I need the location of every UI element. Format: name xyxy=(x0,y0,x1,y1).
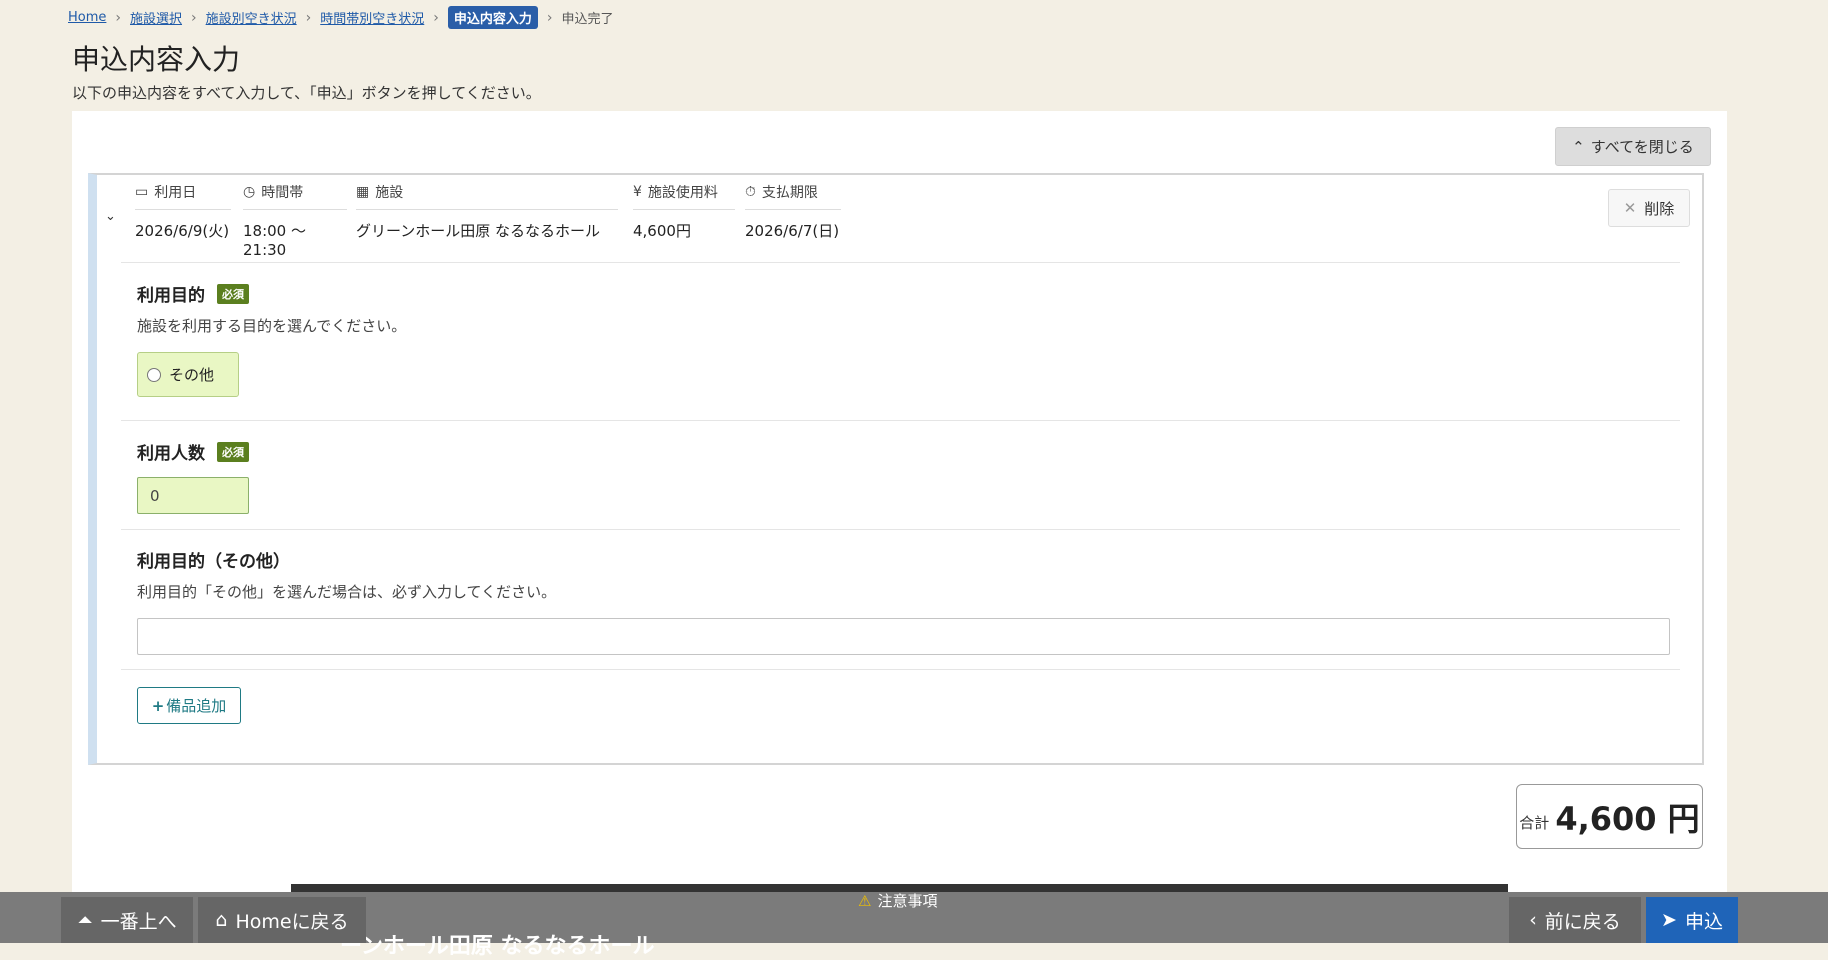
required-badge: 必須 xyxy=(217,441,249,462)
scroll-top-button[interactable]: ⏶ 一番上へ xyxy=(61,897,193,943)
chevron-right-icon: › xyxy=(433,9,439,26)
application-sheet: ⌃ すべてを閉じる ⌄ ▭ 利用日 2026/6/9(火) ◷ 時間帯 18:00 … xyxy=(72,111,1727,943)
total-amount: 4,600 円 xyxy=(1555,799,1700,838)
divider xyxy=(121,262,1680,263)
plus-icon: + xyxy=(151,696,165,715)
summary-facility-value: グリーンホール田原 なるなるホール xyxy=(356,222,601,240)
summary-date-header: 利用日 xyxy=(154,185,197,201)
reservation-card: ⌄ ▭ 利用日 2026/6/9(火) ◷ 時間帯 18:00 ～ 21:30 ▦ 施… xyxy=(88,173,1704,765)
divider xyxy=(121,669,1680,670)
add-equipment-button[interactable]: + 備品追加 xyxy=(137,687,241,724)
yen-icon: ¥ xyxy=(633,184,642,200)
back-button[interactable]: ‹ 前に戻る xyxy=(1509,897,1641,943)
chevron-down-icon[interactable]: ⌄ xyxy=(105,209,116,224)
calendar-icon: ▭ xyxy=(135,184,149,200)
total-box: 合計 4,600 円 xyxy=(1516,784,1703,849)
page-subtitle: 以下の申込内容をすべて入力して、「申込」ボタンを押してください。 xyxy=(72,84,541,102)
summary-deadline: ⏱ 支払期限 2026/6/7(日) xyxy=(745,181,841,241)
delete-button[interactable]: ✕ 削除 xyxy=(1608,189,1690,227)
people-label-text: 利用人数 xyxy=(137,444,205,464)
back-label: 前に戻る xyxy=(1544,910,1621,933)
double-chevron-up-icon: ⏶ xyxy=(77,909,93,931)
warning-icon: ⚠ xyxy=(858,891,872,910)
purpose-desc: 施設を利用する目的を選んでください。 xyxy=(137,317,407,335)
summary-time-header: 時間帯 xyxy=(261,185,304,201)
close-icon: ✕ xyxy=(1623,199,1637,217)
summary-facility: ▦ 施設 グリーンホール田原 なるなるホール xyxy=(356,181,618,241)
summary-time: ◷ 時間帯 18:00 ～ 21:30 xyxy=(243,181,347,259)
other-purpose-input[interactable] xyxy=(137,618,1670,655)
summary-date: ▭ 利用日 2026/6/9(火) xyxy=(135,181,231,241)
chevron-right-icon: › xyxy=(305,9,312,26)
delete-label: 削除 xyxy=(1644,199,1675,218)
building-icon: ▦ xyxy=(356,184,370,200)
notice-toggle[interactable]: ⚠ 注意事項 xyxy=(858,890,937,911)
summary-date-value: 2026/6/9(火) xyxy=(135,222,230,240)
breadcrumb-facility-select[interactable]: 施設選択 xyxy=(130,8,182,27)
other-purpose-label: 利用目的（その他） xyxy=(137,552,290,572)
chevron-up-icon: ⌃ xyxy=(1572,137,1585,156)
chevron-right-icon: › xyxy=(191,9,197,26)
required-badge: 必須 xyxy=(217,283,249,304)
breadcrumb: Home › 施設選択 › 施設別空き状況 › 時間帯別空き状況 › 申込内容入… xyxy=(68,6,614,29)
purpose-radio-other[interactable]: その他 xyxy=(137,352,239,397)
people-label: 利用人数 必須 xyxy=(137,439,249,464)
background-facility-text: ーンホール田原 なるなるホール xyxy=(340,934,655,959)
add-equipment-label: 備品追加 xyxy=(166,697,227,715)
chevron-right-icon: › xyxy=(115,9,121,26)
divider xyxy=(121,529,1680,530)
breadcrumb-next: 申込完了 xyxy=(561,12,614,27)
chevron-right-icon: › xyxy=(546,9,553,26)
breadcrumb-current: 申込内容入力 xyxy=(447,6,538,29)
close-all-label: すべてを閉じる xyxy=(1590,138,1694,156)
home-icon: ⌂ xyxy=(215,909,228,931)
total-label: 合計 xyxy=(1519,814,1550,832)
home-label: Homeに戻る xyxy=(235,910,349,933)
paper-plane-icon: ➤ xyxy=(1661,909,1677,931)
chevron-left-icon: ‹ xyxy=(1529,909,1537,931)
stopwatch-icon: ⏱ xyxy=(745,184,756,200)
scroll-top-label: 一番上へ xyxy=(100,910,177,933)
people-count-input[interactable]: 0 xyxy=(137,477,249,514)
notice-label: 注意事項 xyxy=(877,892,938,910)
summary-facility-header: 施設 xyxy=(375,185,404,201)
apply-label: 申込 xyxy=(1684,910,1723,933)
page-title: 申込内容入力 xyxy=(72,43,241,76)
breadcrumb-time-availability[interactable]: 時間帯別空き状況 xyxy=(320,8,424,27)
purpose-radio-label: その他 xyxy=(169,366,215,384)
divider xyxy=(121,420,1680,421)
summary-deadline-header: 支払期限 xyxy=(761,185,818,201)
summary-fee: ¥ 施設使用料 4,600円 xyxy=(633,181,735,241)
breadcrumb-home[interactable]: Home xyxy=(68,10,106,25)
summary-fee-header: 施設使用料 xyxy=(647,185,718,201)
apply-button[interactable]: ➤ 申込 xyxy=(1646,897,1738,943)
breadcrumb-facility-availability[interactable]: 施設別空き状況 xyxy=(206,8,297,27)
other-purpose-desc: 利用目的「その他」を選んだ場合は、必ず入力してください。 xyxy=(137,583,557,601)
summary-deadline-value: 2026/6/7(日) xyxy=(745,222,840,240)
summary-fee-value: 4,600円 xyxy=(633,222,691,240)
home-button[interactable]: ⌂ Homeに戻る xyxy=(198,897,366,943)
radio-circle[interactable] xyxy=(147,367,161,382)
purpose-label: 利用目的 必須 xyxy=(137,281,249,306)
clock-icon: ◷ xyxy=(243,184,256,200)
close-all-button[interactable]: ⌃ すべてを閉じる xyxy=(1555,127,1711,166)
summary-time-value: 18:00 ～ 21:30 xyxy=(243,222,306,259)
purpose-label-text: 利用目的 xyxy=(137,286,205,306)
